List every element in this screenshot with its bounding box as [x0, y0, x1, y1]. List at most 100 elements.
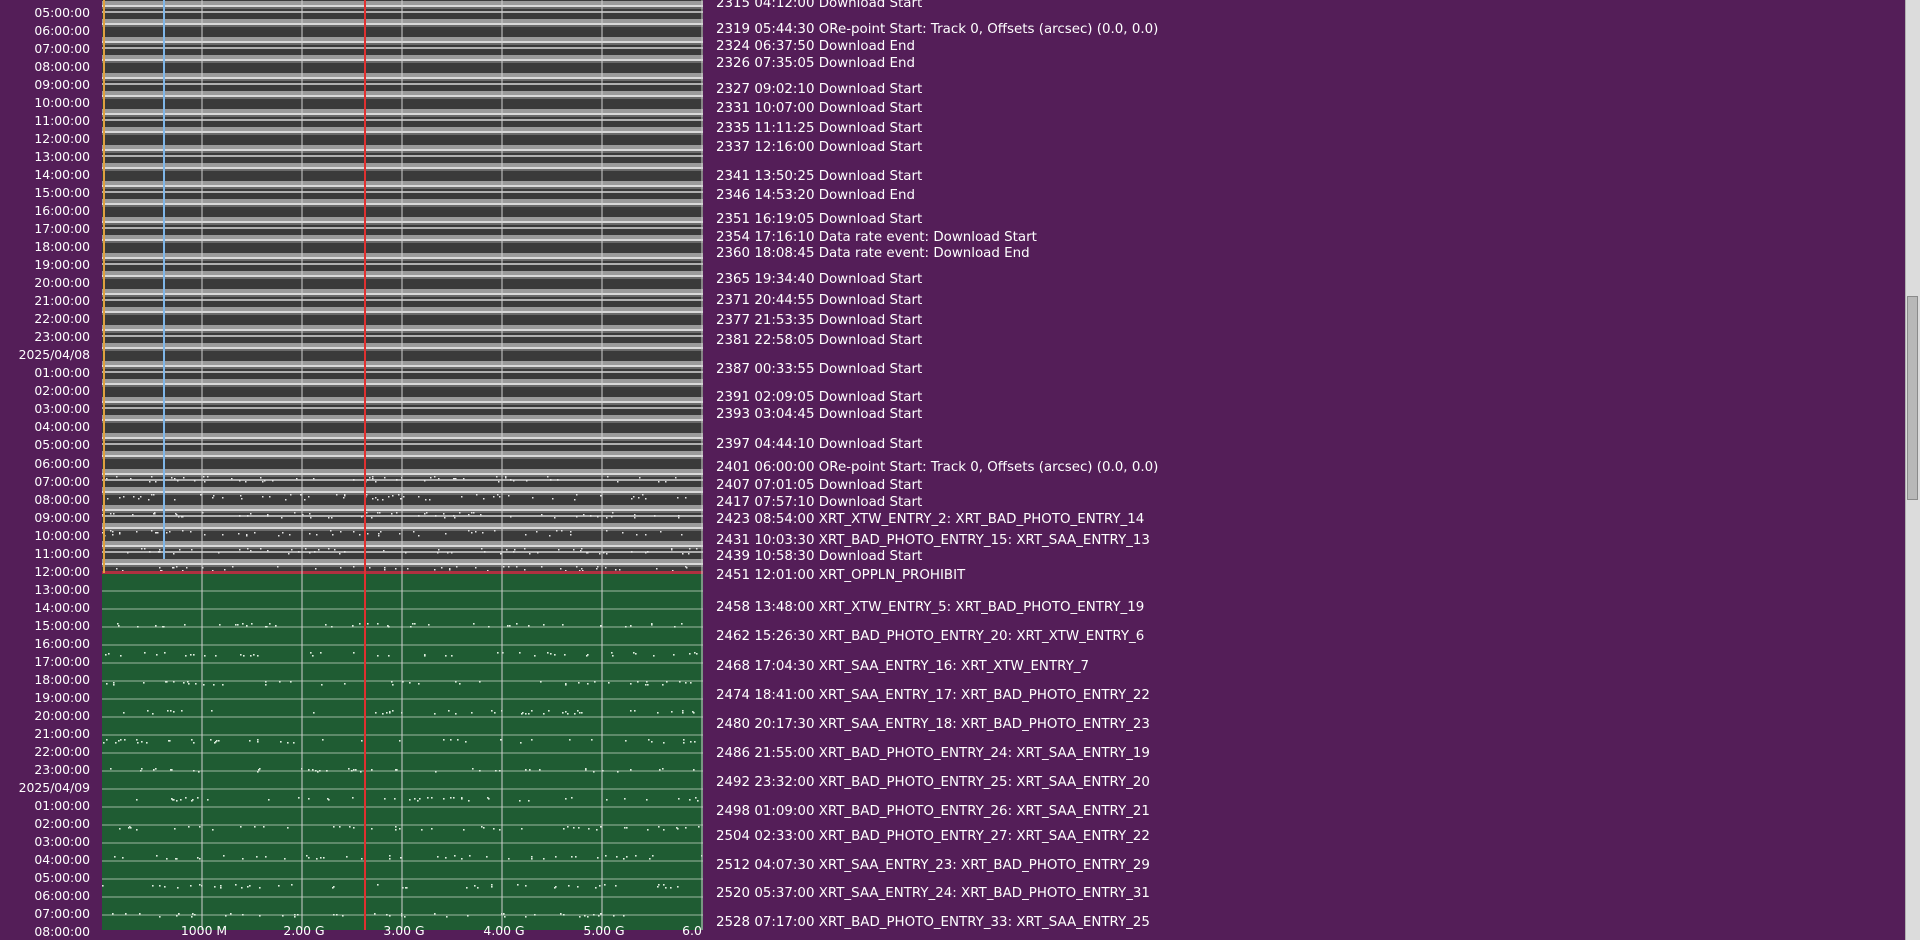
event-dot [159, 549, 161, 551]
event-dot [232, 566, 234, 568]
event-dot [257, 655, 259, 657]
event-dot [574, 499, 576, 501]
event-dot [346, 856, 348, 858]
event-dot [435, 771, 437, 773]
event-dot [689, 548, 691, 550]
event-dot [353, 531, 355, 533]
event-dot [155, 481, 157, 483]
event-dot [438, 478, 440, 480]
event-dot [570, 531, 572, 533]
event-dot [573, 549, 575, 551]
timeline-plot[interactable] [102, 0, 703, 930]
event-dot [207, 799, 209, 801]
event-dot [294, 512, 296, 514]
event-dot [194, 914, 196, 916]
event-dot [468, 514, 470, 516]
event-dot [156, 855, 158, 857]
event-dot [516, 623, 518, 625]
event-dot [617, 481, 619, 483]
event-dot [144, 652, 146, 654]
event-dot [382, 713, 384, 715]
event-dot [353, 827, 355, 829]
event-dot [484, 551, 486, 553]
event-dot [124, 739, 126, 741]
event-dot [504, 916, 506, 918]
event-log-item: 2327 09:02:10 Download Start [716, 82, 923, 97]
event-dot [558, 549, 560, 551]
event-dot [466, 887, 468, 889]
event-dot [576, 516, 578, 518]
event-dot [212, 497, 214, 499]
event-dot [392, 710, 394, 712]
event-dot [571, 797, 573, 799]
event-dot [380, 531, 382, 533]
event-dot [395, 829, 397, 831]
event-dot [241, 498, 243, 500]
event-dot [613, 915, 615, 917]
event-log-item: 2331 10:07:00 Download Start [716, 101, 923, 116]
time-axis-label: 17:00:00 [34, 221, 90, 237]
scrollbar-thumb[interactable] [1907, 296, 1918, 500]
event-dot [297, 914, 299, 916]
event-dot [267, 515, 269, 517]
event-dot [239, 480, 241, 482]
event-dot [178, 913, 180, 915]
event-dot [662, 768, 664, 770]
event-dot [266, 626, 268, 628]
event-dot [294, 914, 296, 916]
event-dot [475, 531, 477, 533]
event-log-item: 2377 21:53:35 Download Start [716, 313, 923, 328]
event-dot [371, 517, 373, 519]
time-axis-label: 15:00:00 [34, 617, 90, 633]
event-dot [185, 655, 187, 657]
event-dot [155, 768, 157, 770]
event-dot [694, 652, 696, 654]
event-dot [113, 513, 115, 515]
event-dot [256, 856, 258, 858]
event-dot [624, 798, 626, 800]
event-dot [611, 652, 613, 654]
vertical-scrollbar[interactable] [1905, 0, 1920, 940]
event-dot [218, 552, 220, 554]
event-dot [453, 797, 455, 799]
event-dot [451, 655, 453, 657]
event-dot [199, 884, 201, 886]
event-dot [353, 566, 355, 568]
event-dot [195, 683, 197, 685]
x-axis-label: 5.00 G [583, 923, 625, 938]
event-dot [437, 856, 439, 858]
event-dot [600, 913, 602, 915]
event-log-item: 2474 18:41:00 XRT_SAA_ENTRY_17: XRT_BAD_… [716, 688, 1150, 703]
event-dot [265, 684, 267, 686]
event-dot [331, 517, 333, 519]
event-log-item: 2365 19:34:40 Download Start [716, 272, 923, 287]
event-dot [183, 477, 185, 479]
event-dot [152, 713, 154, 715]
event-dot [330, 530, 332, 532]
event-dot [635, 653, 637, 655]
event-dot [547, 476, 549, 478]
event-dot [532, 497, 534, 499]
event-dot [604, 884, 606, 886]
event-dot [166, 858, 168, 860]
event-dot [315, 770, 317, 772]
event-dot [352, 797, 354, 799]
event-dot [112, 531, 114, 533]
event-dot [685, 827, 687, 829]
event-dot [265, 856, 267, 858]
event-dot [425, 499, 427, 501]
event-dot [378, 535, 380, 537]
event-dot [659, 769, 661, 771]
event-dot [607, 476, 609, 478]
event-log-item: 2407 07:01:05 Download Start [716, 478, 923, 493]
event-dot [448, 710, 450, 712]
event-dot [204, 655, 206, 657]
event-dot [585, 769, 587, 771]
event-dot [212, 829, 214, 831]
event-dot [696, 653, 698, 655]
event-dot [136, 829, 138, 831]
event-dot [321, 684, 323, 686]
event-dot [141, 548, 143, 550]
event-log-item: 2391 02:09:05 Download Start [716, 390, 923, 405]
event-dot [366, 494, 368, 496]
